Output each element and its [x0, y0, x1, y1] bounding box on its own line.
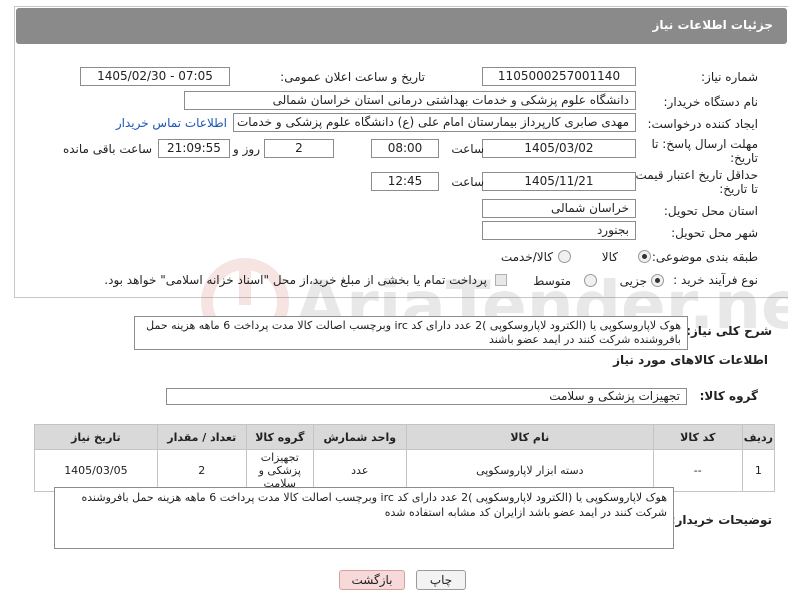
table-header-row: ردیف کد کالا نام کالا واحد شمارش گروه کا… — [34, 424, 776, 450]
goods-info-title: اطلاعات کالاهای مورد نیاز — [613, 353, 768, 367]
back-button[interactable]: بازگشت — [339, 570, 405, 590]
cell-date: 1405/03/05 — [34, 449, 158, 492]
validity-date-field: 1405/11/21 — [482, 172, 636, 191]
col-group: گروه کالا — [245, 424, 314, 450]
requester-field: مهدی صابری کارپرداز بیمارستان امام علی (… — [233, 113, 636, 132]
process-medium-radio[interactable] — [584, 274, 597, 287]
items-table: ردیف کد کالا نام کالا واحد شمارش گروه کا… — [34, 424, 776, 492]
description-label: شرح کلی نیاز: — [686, 324, 772, 338]
deadline-date-field: 1405/03/02 — [482, 139, 636, 158]
announce-field: 1405/02/30 - 07:05 — [80, 67, 230, 86]
requester-label: ایجاد کننده درخواست: — [647, 117, 758, 131]
category-goods-service-label: کالا/خدمت — [500, 250, 553, 264]
treasury-payment-checkbox[interactable] — [495, 274, 507, 286]
goods-group-field: تجهیزات پزشکی و سلامت — [166, 388, 687, 405]
cell-name: دسته ابزار لاپاروسکوپی — [405, 449, 654, 492]
category-label: طبقه بندی موضوعی: — [651, 250, 758, 264]
cell-row: 1 — [741, 449, 776, 492]
days-field: 2 — [264, 139, 334, 158]
deadline-label: مهلت ارسال پاسخ: تا — [651, 137, 758, 151]
col-qty: تعداد / مقدار — [156, 424, 247, 450]
payment-note: پرداخت تمام یا بخشی از مبلغ خرید،از محل … — [104, 273, 487, 287]
deadline-time-field: 08:00 — [371, 139, 439, 158]
col-unit: واحد شمارش — [312, 424, 407, 450]
process-medium-label: متوسط — [533, 274, 571, 288]
validity-label: حداقل تاریخ اعتبار قیمت: — [631, 168, 758, 182]
buyer-org-label: نام دستگاه خریدار: — [663, 95, 759, 109]
deadline-label-date: تاریخ: — [730, 151, 758, 165]
need-number-label: شماره نیاز: — [701, 70, 758, 84]
process-minor-radio[interactable] — [651, 274, 664, 287]
validity-time-field: 12:45 — [371, 172, 439, 191]
category-goods-service-radio[interactable] — [558, 250, 571, 263]
days-label: روز و — [233, 142, 260, 156]
cell-unit: عدد — [312, 449, 407, 492]
col-row: ردیف — [741, 424, 776, 450]
panel-title: جزئیات اطلاعات نیاز — [652, 18, 773, 32]
city-field: بجنورد — [482, 221, 636, 240]
category-goods-label: کالا — [601, 250, 618, 264]
col-code: کد کالا — [652, 424, 743, 450]
validity-time-label: ساعت — [451, 175, 484, 189]
cell-qty: 2 — [156, 449, 247, 492]
contact-info-link[interactable]: اطلاعات تماس خریدار — [116, 116, 227, 130]
col-name: نام کالا — [405, 424, 654, 450]
cell-code: -- — [652, 449, 743, 492]
deadline-time-label: ساعت — [451, 142, 484, 156]
province-label: استان محل تحویل: — [663, 204, 758, 218]
remaining-time-label: ساعت باقی مانده — [62, 142, 152, 156]
description-field: هوک لاپاروسکوپی یا (الکترود لاپاروسکوپی … — [134, 316, 688, 350]
category-goods-radio[interactable] — [638, 250, 651, 263]
table-row: 1 -- دسته ابزار لاپاروسکوپی عدد تجهیزات … — [34, 449, 776, 492]
col-date: تاریخ نیاز — [34, 424, 158, 450]
announce-label: تاریخ و ساعت اعلان عمومی: — [280, 70, 425, 84]
goods-group-label: گروه کالا: — [699, 389, 758, 403]
city-label: شهر محل تحویل: — [671, 226, 758, 240]
cell-group: تجهیزات پزشکی و سلامت — [245, 449, 314, 492]
validity-label-date: تا تاریخ: — [719, 182, 758, 196]
buyer-org-field: دانشگاه علوم پزشکی و خدمات بهداشتی درمان… — [184, 91, 636, 110]
need-number-field: 1105000257001140 — [482, 67, 636, 86]
remaining-time-field: 21:09:55 — [158, 139, 230, 158]
process-minor-label: جزیی — [619, 274, 647, 288]
province-field: خراسان شمالی — [482, 199, 636, 218]
process-label: نوع فرآیند خرید : — [673, 273, 758, 287]
panel-header: جزئیات اطلاعات نیاز — [16, 8, 787, 44]
buyer-notes-field: هوک لاپاروسکوپی یا (الکترود لاپاروسکوپی … — [54, 487, 674, 549]
print-button[interactable]: چاپ — [416, 570, 466, 590]
buyer-notes-label: توضیحات خریدار: — [670, 513, 772, 527]
